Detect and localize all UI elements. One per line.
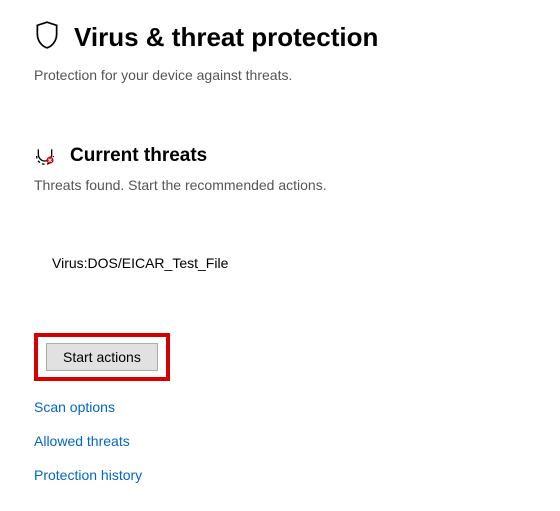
page-header: Virus & threat protection [34,20,526,55]
section-subtitle-current-threats: Threats found. Start the recommended act… [34,177,526,193]
section-header-current-threats: Current threats [34,145,526,167]
page-subtitle: Protection for your device against threa… [34,67,526,83]
actions-area: Start actions Scan options Allowed threa… [34,333,526,483]
allowed-threats-link[interactable]: Allowed threats [34,433,130,449]
shield-icon [34,20,60,55]
highlight-annotation: Start actions [34,333,170,381]
protection-history-link[interactable]: Protection history [34,467,142,483]
threat-item: Virus:DOS/EICAR_Test_File [34,255,526,271]
scan-options-link[interactable]: Scan options [34,399,115,415]
threat-alert-icon [34,146,56,166]
section-title-current-threats: Current threats [70,145,207,167]
page-title: Virus & threat protection [74,22,378,53]
start-actions-button[interactable]: Start actions [46,343,158,371]
